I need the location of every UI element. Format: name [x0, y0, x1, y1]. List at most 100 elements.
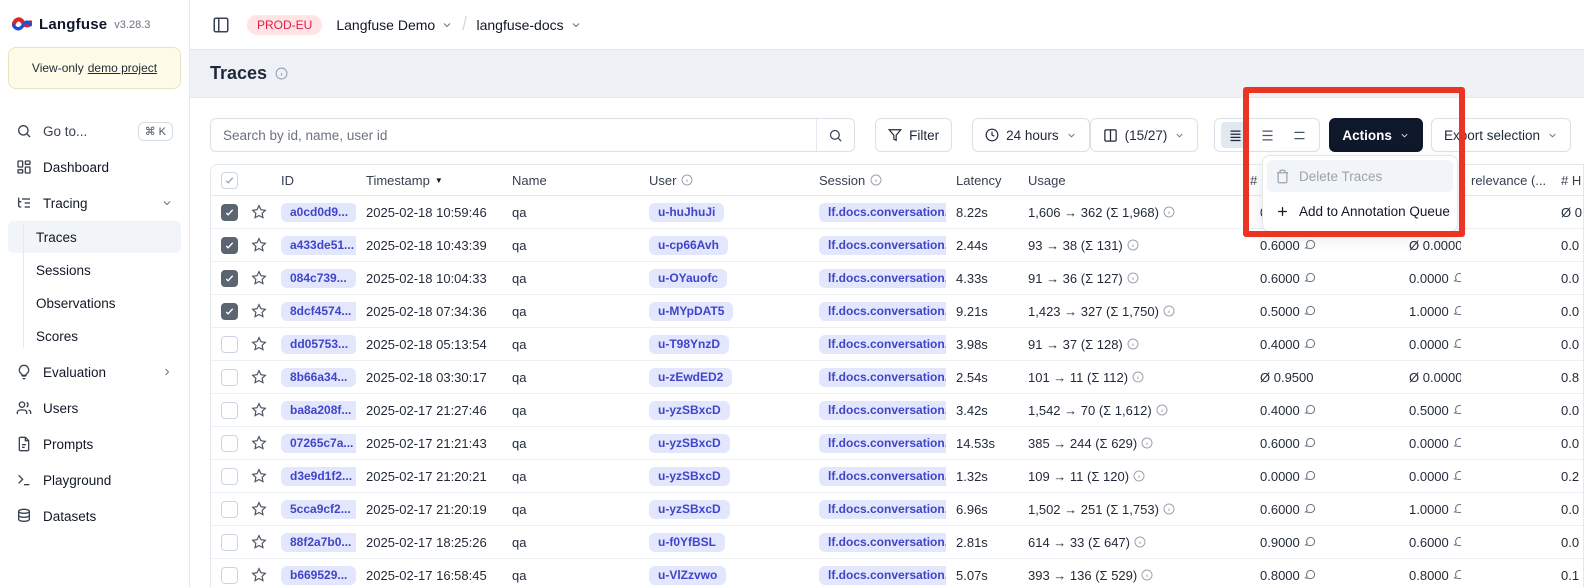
- column-header-latency[interactable]: Latency: [946, 173, 1018, 188]
- info-icon[interactable]: [1127, 272, 1139, 284]
- actions-button[interactable]: Actions: [1329, 118, 1423, 152]
- trace-id-badge[interactable]: 5cca9cf2...: [281, 500, 356, 519]
- column-header-id[interactable]: ID: [271, 173, 356, 188]
- select-all-checkbox[interactable]: [221, 172, 238, 189]
- trace-id-badge[interactable]: dd05753...: [281, 335, 356, 354]
- comment-bubble-icon[interactable]: [1453, 437, 1461, 449]
- trace-id-badge[interactable]: a0cd0d9...: [281, 203, 356, 222]
- search-input[interactable]: [211, 128, 816, 143]
- info-icon[interactable]: [1163, 305, 1175, 317]
- trace-id-badge[interactable]: a433de51...: [281, 236, 356, 255]
- trace-id-badge[interactable]: 8b66a34...: [281, 368, 356, 387]
- star-icon[interactable]: [251, 534, 267, 550]
- column-visibility-button[interactable]: (15/27): [1090, 118, 1199, 152]
- row-checkbox[interactable]: [221, 369, 238, 386]
- sidebar-item-users[interactable]: Users: [8, 392, 181, 424]
- org-switcher[interactable]: Langfuse Demo: [336, 17, 453, 33]
- info-icon[interactable]: [1127, 338, 1139, 350]
- time-range-button[interactable]: 24 hours: [972, 118, 1090, 152]
- comment-bubble-icon[interactable]: [1453, 536, 1461, 548]
- column-header-relevance[interactable]: relevance (...: [1461, 173, 1551, 188]
- row-checkbox[interactable]: [221, 270, 238, 287]
- info-icon[interactable]: [1134, 536, 1146, 548]
- row-height-small-button[interactable]: [1221, 122, 1249, 148]
- star-icon[interactable]: [251, 270, 267, 286]
- search-icon[interactable]: [816, 119, 854, 151]
- trace-id-badge[interactable]: d3e9d1f2...: [281, 467, 356, 486]
- comment-bubble-icon[interactable]: [1304, 470, 1316, 482]
- sidebar-item-sessions[interactable]: Sessions: [8, 254, 181, 286]
- session-id-badge[interactable]: lf.docs.conversation...: [819, 401, 946, 420]
- session-id-badge[interactable]: lf.docs.conversation...: [819, 302, 946, 321]
- row-height-medium-button[interactable]: [1253, 122, 1281, 148]
- session-id-badge[interactable]: lf.docs.conversation...: [819, 335, 946, 354]
- column-header-name[interactable]: Name: [502, 173, 639, 188]
- comment-bubble-icon[interactable]: [1304, 404, 1316, 416]
- comment-bubble-icon[interactable]: [1453, 503, 1461, 515]
- sidebar-item-traces[interactable]: Traces: [8, 221, 181, 253]
- user-id-badge[interactable]: u-yzSBxcD: [649, 401, 730, 420]
- star-icon[interactable]: [251, 204, 267, 220]
- user-id-badge[interactable]: u-OYauofc: [649, 269, 727, 288]
- trace-id-badge[interactable]: ba8a208f...: [281, 401, 356, 420]
- trace-id-badge[interactable]: 084c739...: [281, 269, 356, 288]
- info-icon[interactable]: [1163, 206, 1175, 218]
- comment-bubble-icon[interactable]: [1453, 305, 1461, 317]
- user-id-badge[interactable]: u-yzSBxcD: [649, 500, 730, 519]
- star-icon[interactable]: [251, 435, 267, 451]
- info-icon[interactable]: [1141, 569, 1153, 581]
- user-id-badge[interactable]: u-VlZzvwo: [649, 566, 726, 585]
- comment-bubble-icon[interactable]: [1304, 239, 1316, 251]
- session-id-badge[interactable]: lf.docs.conversation...: [819, 434, 946, 453]
- filter-button[interactable]: Filter: [875, 118, 952, 152]
- comment-bubble-icon[interactable]: [1304, 536, 1316, 548]
- column-header-usage[interactable]: Usage: [1018, 173, 1250, 188]
- menu-item-delete-traces[interactable]: Delete Traces: [1267, 160, 1453, 192]
- user-id-badge[interactable]: u-yzSBxcD: [649, 434, 730, 453]
- sidebar-toggle-icon[interactable]: [212, 16, 230, 34]
- info-icon[interactable]: [1141, 437, 1153, 449]
- row-checkbox[interactable]: [221, 237, 238, 254]
- row-checkbox[interactable]: [221, 534, 238, 551]
- user-id-badge[interactable]: u-MYpDAT5: [649, 302, 733, 321]
- trace-id-badge[interactable]: 88f2a7b0...: [281, 533, 356, 552]
- column-header-count[interactable]: # H: [1551, 173, 1583, 188]
- info-icon[interactable]: [1163, 503, 1175, 515]
- user-id-badge[interactable]: u-T98YnzD: [649, 335, 729, 354]
- go-to-search[interactable]: Go to... ⌘ K: [8, 115, 181, 147]
- sidebar-item-evaluation[interactable]: Evaluation: [8, 356, 181, 388]
- session-id-badge[interactable]: lf.docs.conversation...: [819, 236, 946, 255]
- session-id-badge[interactable]: lf.docs.conversation...: [819, 203, 946, 222]
- export-selection-button[interactable]: Export selection: [1431, 118, 1571, 152]
- star-icon[interactable]: [251, 402, 267, 418]
- row-checkbox[interactable]: [221, 567, 238, 584]
- comment-bubble-icon[interactable]: [1304, 305, 1316, 317]
- sidebar-item-tracing[interactable]: Tracing: [8, 187, 181, 219]
- row-height-large-button[interactable]: [1285, 122, 1313, 148]
- star-icon[interactable]: [251, 567, 267, 583]
- row-checkbox[interactable]: [221, 468, 238, 485]
- row-checkbox[interactable]: [221, 501, 238, 518]
- info-icon[interactable]: [1127, 239, 1139, 251]
- user-id-badge[interactable]: u-zEwdED2: [649, 368, 732, 387]
- star-icon[interactable]: [251, 336, 267, 352]
- session-id-badge[interactable]: lf.docs.conversation...: [819, 533, 946, 552]
- comment-bubble-icon[interactable]: [1453, 404, 1461, 416]
- menu-item-add-to-annotation-queue[interactable]: Add to Annotation Queue: [1267, 195, 1453, 227]
- comment-bubble-icon[interactable]: [1304, 272, 1316, 284]
- star-icon[interactable]: [251, 501, 267, 517]
- info-icon[interactable]: [1156, 404, 1168, 416]
- session-id-badge[interactable]: lf.docs.conversation...: [819, 566, 946, 585]
- user-id-badge[interactable]: u-f0YfBSL: [649, 533, 725, 552]
- comment-bubble-icon[interactable]: [1304, 437, 1316, 449]
- column-header-timestamp[interactable]: Timestamp▼: [356, 173, 502, 188]
- star-icon[interactable]: [251, 369, 267, 385]
- sidebar-item-dashboard[interactable]: Dashboard: [8, 151, 181, 183]
- trace-id-badge[interactable]: 8dcf4574...: [281, 302, 356, 321]
- session-id-badge[interactable]: lf.docs.conversation...: [819, 467, 946, 486]
- star-icon[interactable]: [251, 303, 267, 319]
- sidebar-item-scores[interactable]: Scores: [8, 320, 181, 352]
- user-id-badge[interactable]: u-yzSBxcD: [649, 467, 730, 486]
- sidebar-item-observations[interactable]: Observations: [8, 287, 181, 319]
- comment-bubble-icon[interactable]: [1453, 569, 1461, 581]
